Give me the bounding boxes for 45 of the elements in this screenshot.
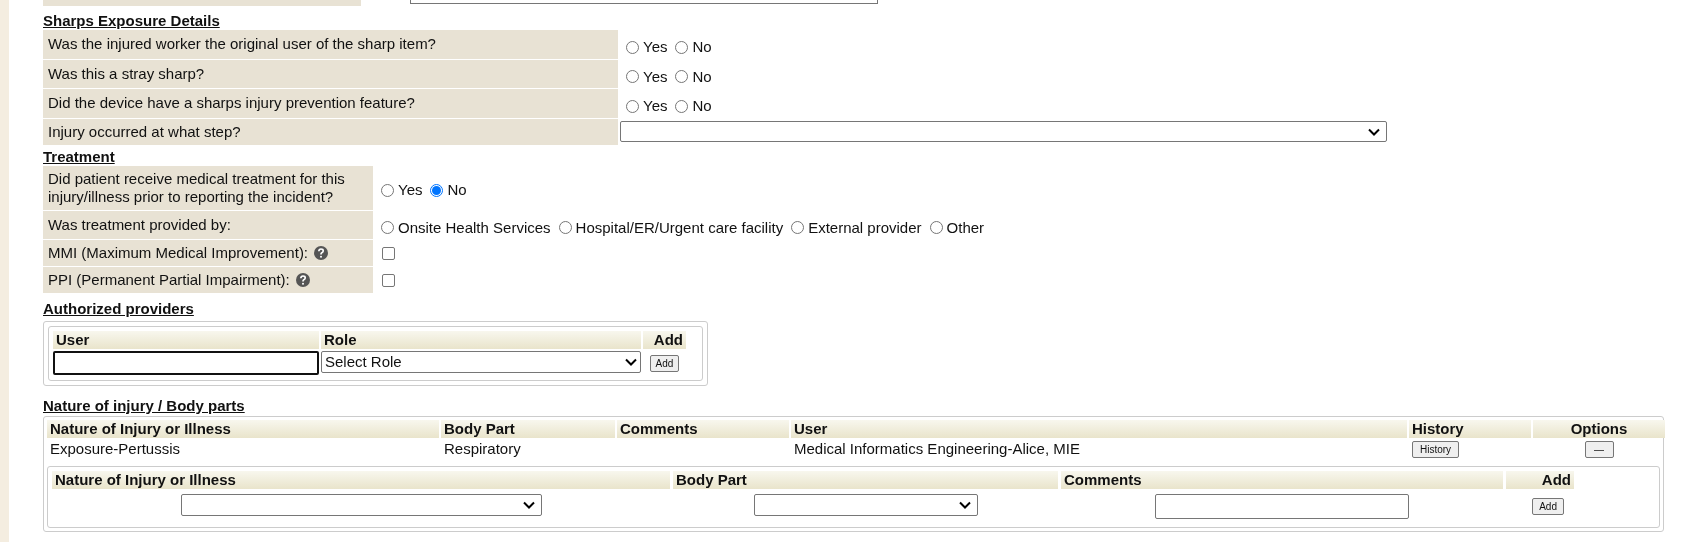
column-header: Add bbox=[643, 331, 686, 349]
question-label: Did patient receive medical treatment for this injury/illness prior to reporting the incident? bbox=[43, 165, 373, 210]
option-label: Other bbox=[946, 217, 985, 238]
question-label: Did the device have a sharps injury prevention feature? bbox=[43, 89, 618, 118]
question-label: Was the injured worker the original user of the sharp item? bbox=[43, 30, 618, 59]
add-button[interactable]: Add bbox=[649, 354, 680, 372]
remove-button[interactable]: — bbox=[1584, 440, 1614, 458]
option-label: Yes bbox=[643, 96, 668, 116]
column-header: Nature of Injury or Illness bbox=[52, 471, 670, 489]
section-heading: Sharps Exposure Details bbox=[43, 12, 221, 30]
history-button[interactable]: History bbox=[1412, 440, 1460, 458]
column-header: Comments bbox=[1061, 471, 1503, 489]
column-header: Body Part bbox=[441, 420, 615, 438]
option-label: Yes bbox=[643, 66, 668, 87]
option-label: Yes bbox=[398, 180, 423, 201]
option-label: No bbox=[692, 66, 712, 87]
column-header: User bbox=[53, 331, 319, 349]
question-label: PPI (Permanent Partial Impairment): bbox=[43, 267, 373, 293]
table-cell-text: Respiratory bbox=[443, 439, 522, 459]
option-label: Onsite Health Services bbox=[398, 217, 551, 238]
question-label: MMI (Maximum Medical Improvement): bbox=[43, 240, 373, 266]
column-header: Role bbox=[321, 331, 641, 349]
table-cell-text: Exposure-Pertussis bbox=[49, 439, 182, 459]
option-label: External provider bbox=[808, 217, 922, 238]
column-header: Options bbox=[1533, 420, 1665, 438]
option-label: Yes bbox=[643, 37, 668, 57]
question-label: Was treatment provided by: bbox=[43, 210, 373, 239]
column-header: Body Part bbox=[673, 471, 1058, 489]
column-header: History bbox=[1409, 420, 1531, 438]
section-heading: Treatment bbox=[43, 147, 116, 166]
option-label: No bbox=[692, 96, 712, 116]
option-label: No bbox=[692, 37, 712, 57]
column-header: Add bbox=[1506, 471, 1574, 489]
column-header: Comments bbox=[617, 420, 789, 438]
column-header: Nature of Injury or Illness bbox=[47, 420, 439, 438]
section-heading: Nature of injury / Body parts bbox=[43, 397, 246, 415]
question-label: Was this a stray sharp? bbox=[43, 59, 618, 88]
role-select[interactable]: Select Role bbox=[321, 351, 641, 373]
column-header: User bbox=[791, 420, 1407, 438]
question-label: Injury occurred at what step? bbox=[43, 118, 618, 145]
option-label: Hospital/ER/Urgent care facility bbox=[575, 217, 784, 238]
option-label: No bbox=[447, 180, 467, 201]
section-heading: Authorized providers bbox=[43, 300, 195, 318]
add-button[interactable]: Add bbox=[1532, 498, 1564, 515]
table-cell-text: Medical Informatics Engineering-Alice, MIE bbox=[793, 439, 1081, 459]
